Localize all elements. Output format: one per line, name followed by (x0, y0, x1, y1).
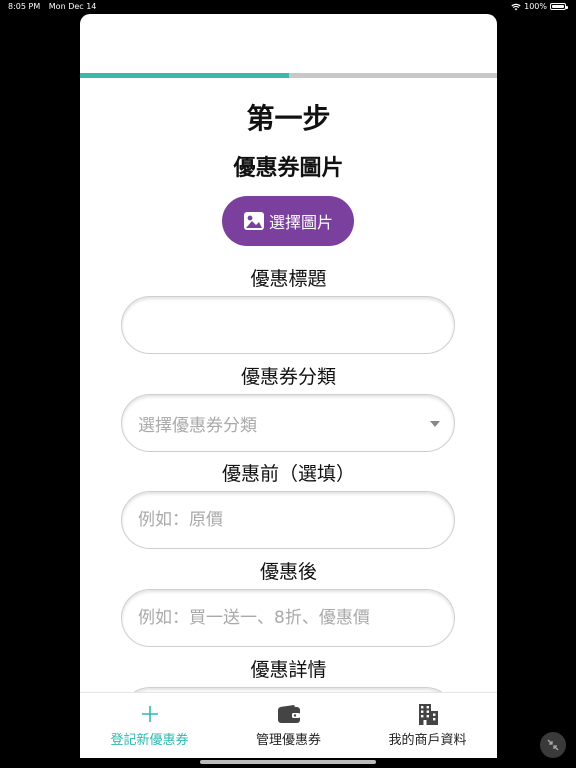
after-input[interactable] (122, 590, 454, 646)
battery-icon (550, 3, 568, 10)
status-bar: 8:05 PM Mon Dec 14 100% (0, 0, 576, 14)
before-label: 優惠前（選填） (221, 463, 355, 485)
building-icon (418, 704, 438, 725)
category-select[interactable]: 選擇優惠券分類 (121, 394, 455, 452)
form-content[interactable]: 第一步 優惠券圖片 選擇圖片 優惠標題 優惠券分類 選擇優惠券分類 優惠前（選填… (80, 78, 497, 692)
battery-percent: 100% (524, 2, 547, 11)
tab-manage-coupons-label: 管理優惠券 (255, 733, 321, 748)
category-select-value: 選擇優惠券分類 (138, 416, 257, 436)
wallet-icon (277, 705, 300, 723)
choose-image-button[interactable]: 選擇圖片 (222, 196, 354, 246)
image-icon (243, 212, 264, 230)
tab-merchant-profile[interactable]: 我的商戶資料 (358, 701, 497, 748)
title-input[interactable] (122, 297, 454, 353)
tab-merchant-profile-label: 我的商戶資料 (388, 733, 467, 748)
main-sheet: 第一步 優惠券圖片 選擇圖片 優惠標題 優惠券分類 選擇優惠券分類 優惠前（選填… (80, 14, 497, 758)
collapse-button[interactable] (540, 732, 566, 758)
before-field[interactable] (121, 491, 455, 549)
tab-register-coupon[interactable]: 登記新優惠券 (80, 701, 219, 748)
category-label: 優惠券分類 (240, 366, 336, 388)
details-label: 優惠詳情 (250, 659, 327, 681)
wifi-icon (511, 3, 521, 10)
step-title: 第一步 (246, 102, 331, 135)
home-indicator (200, 760, 376, 764)
before-input[interactable] (122, 492, 454, 548)
collapse-arrows-icon (547, 739, 559, 751)
choose-image-label: 選擇圖片 (268, 213, 333, 232)
section-title: 優惠券圖片 (233, 156, 344, 181)
status-left: 8:05 PM Mon Dec 14 (8, 2, 102, 11)
title-label: 優惠標題 (250, 268, 327, 290)
status-date: Mon Dec 14 (48, 2, 97, 11)
tab-manage-coupons[interactable]: 管理優惠券 (219, 701, 358, 748)
after-label: 優惠後 (259, 561, 317, 583)
status-time: 8:05 PM (8, 2, 41, 11)
status-right: 100% (511, 2, 568, 11)
caret-down-icon (430, 421, 440, 427)
after-field[interactable] (121, 589, 455, 647)
tab-register-coupon-label: 登記新優惠券 (110, 733, 189, 748)
plus-icon (141, 706, 158, 722)
title-field[interactable] (121, 296, 455, 354)
tab-bar: 登記新優惠券 管理優惠券 我的商戶資料 (80, 692, 497, 758)
